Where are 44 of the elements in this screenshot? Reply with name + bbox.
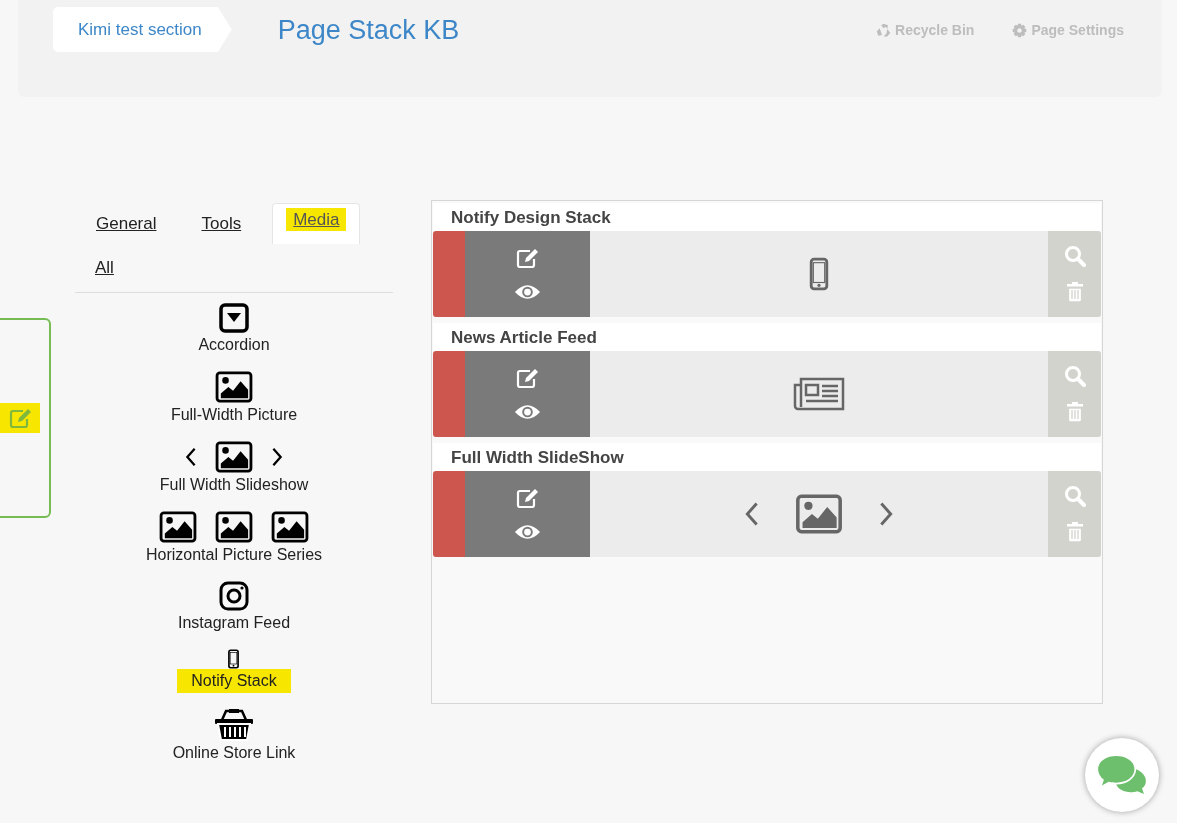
settings-icon — [1012, 22, 1028, 38]
side-edit-tab[interactable] — [0, 318, 51, 518]
drag-handle[interactable] — [433, 351, 465, 437]
chevron-left-icon[interactable] — [185, 447, 197, 467]
widget-label[interactable]: Horizontal Picture Series — [131, 543, 337, 567]
filter-link[interactable]: All — [75, 244, 393, 293]
widget-label[interactable]: Online Store Link — [158, 741, 310, 765]
chat-button[interactable] — [1085, 738, 1159, 812]
picture-icon — [215, 441, 253, 473]
tab[interactable]: Media — [272, 203, 361, 244]
eye-icon[interactable] — [514, 403, 541, 421]
widget-label[interactable]: Instagram Feed — [163, 611, 305, 635]
tab[interactable]: Tools — [187, 207, 256, 244]
eye-icon[interactable] — [514, 283, 541, 301]
stack-item-title: News Article Feed — [433, 323, 1101, 351]
newspaper-icon — [793, 376, 845, 412]
picture-icon — [215, 371, 253, 403]
phone-icon — [808, 257, 830, 291]
picture-icon — [159, 511, 197, 543]
picture-icon — [271, 511, 309, 543]
dropdown-box-icon[interactable] — [219, 303, 249, 333]
picture-icon — [215, 511, 253, 543]
basket-icon[interactable] — [214, 707, 254, 741]
page-title: Page Stack KB — [277, 15, 460, 46]
widget-label[interactable]: Notify Stack — [177, 669, 291, 693]
picture-icon — [795, 494, 843, 534]
camera-icon[interactable] — [219, 581, 249, 611]
widget-label[interactable]: Full-Width Picture — [156, 403, 312, 427]
edit-icon[interactable] — [514, 247, 541, 269]
breadcrumb-link[interactable]: Kimi test section — [53, 7, 232, 52]
chat-bubbles-icon — [1097, 754, 1147, 796]
stack-item-title: Full Width SlideShow — [433, 443, 1101, 471]
stack-item-title: Notify Design Stack — [433, 203, 1101, 231]
widget-label[interactable]: Accordion — [184, 333, 284, 357]
eye-icon[interactable] — [514, 523, 541, 541]
recycle-icon — [876, 22, 892, 38]
edit-icon[interactable] — [514, 367, 541, 389]
phone-icon — [227, 649, 241, 669]
chevron-right-icon[interactable] — [271, 447, 283, 467]
edit-icon[interactable] — [514, 487, 541, 509]
tab[interactable]: General — [95, 207, 171, 244]
drag-handle[interactable] — [433, 471, 465, 557]
drag-handle[interactable] — [433, 231, 465, 317]
widget-label[interactable]: Full Width Slideshow — [145, 473, 323, 497]
